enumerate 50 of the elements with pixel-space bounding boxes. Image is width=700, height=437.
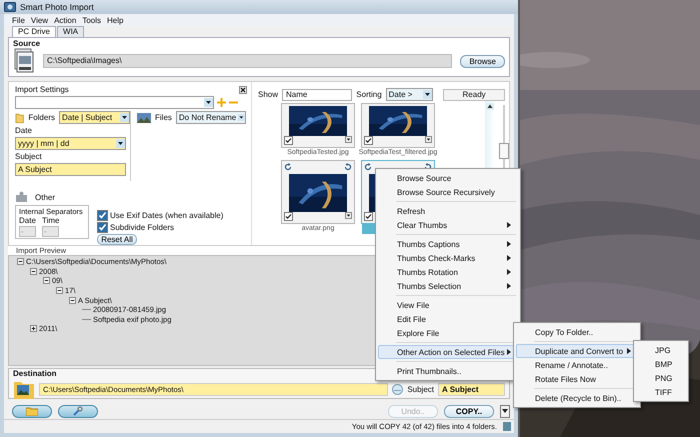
folders-dropdown[interactable]: Date | Subject — [59, 111, 130, 124]
tab[interactable]: PC Drive — [12, 26, 56, 37]
section-label: Import Settings — [15, 85, 69, 94]
subject-field[interactable]: A Subject — [15, 163, 126, 176]
checkbox-label: Subdivide Folders — [110, 223, 174, 232]
menu-item[interactable]: Refresh — [378, 204, 518, 218]
date-format-dropdown[interactable]: yyyy | mm | dd — [15, 137, 126, 150]
field-label: Date — [19, 216, 36, 225]
group-label: Source — [13, 39, 40, 48]
menu-item[interactable]: File — [12, 16, 25, 24]
menu-item[interactable]: Thumbs Selection — [378, 279, 518, 293]
field-label: Sorting — [356, 90, 382, 99]
field-label: Subject — [407, 384, 434, 394]
menu-item[interactable]: View File — [378, 298, 518, 312]
copy-button[interactable]: COPY.. — [444, 404, 494, 418]
show-field[interactable]: Name — [282, 88, 352, 100]
field-label: Files — [155, 113, 172, 122]
field-label: Subject — [15, 152, 43, 161]
field-label: Folders — [28, 113, 55, 122]
status-field: Ready — [443, 88, 505, 100]
field-label: Show — [258, 90, 278, 99]
menu-item[interactable]: JPG — [636, 343, 686, 357]
sorting-dropdown[interactable]: Date > — [386, 88, 434, 101]
group-label: Destination — [13, 369, 57, 378]
reset-button[interactable]: Reset All — [97, 234, 137, 245]
menu-item[interactable]: PNG — [636, 371, 686, 385]
menu-item[interactable]: Copy To Folder.. — [516, 325, 638, 339]
browse-button[interactable]: Browse — [460, 54, 505, 68]
subject-field[interactable]: A Subject — [438, 382, 505, 396]
section-label: Other — [35, 192, 56, 202]
field-label: Date — [15, 126, 33, 135]
menu-item[interactable]: Edit File — [378, 312, 518, 326]
menu-item[interactable]: BMP — [636, 357, 686, 371]
menu-item[interactable]: Browse Source — [378, 171, 518, 185]
field-label: Time — [42, 216, 60, 225]
tab[interactable]: WIA — [57, 26, 84, 37]
menu-item[interactable]: Action — [54, 16, 76, 24]
source-path-field[interactable]: C:\Softpedia\Images\ — [43, 54, 452, 68]
menu-item[interactable]: Thumbs Rotation — [378, 265, 518, 279]
menu-item[interactable]: Help — [107, 16, 124, 24]
menu-item[interactable]: Clear Thumbs — [378, 218, 518, 232]
files-dropdown[interactable]: Do Not Rename — [176, 111, 246, 124]
menu-item[interactable]: Browse Source Recursively — [378, 185, 518, 199]
menu-item[interactable]: TIFF — [636, 385, 686, 399]
menu-item[interactable]: View — [30, 16, 48, 24]
checkbox-label: Use Exif Dates (when available) — [110, 211, 224, 220]
window-title: Smart Photo Import — [20, 2, 94, 12]
menu-item[interactable]: Thumbs Captions — [378, 237, 518, 251]
menu-item[interactable]: Tools — [82, 16, 102, 24]
menu-item[interactable]: Thumbs Check-Marks — [378, 251, 518, 265]
